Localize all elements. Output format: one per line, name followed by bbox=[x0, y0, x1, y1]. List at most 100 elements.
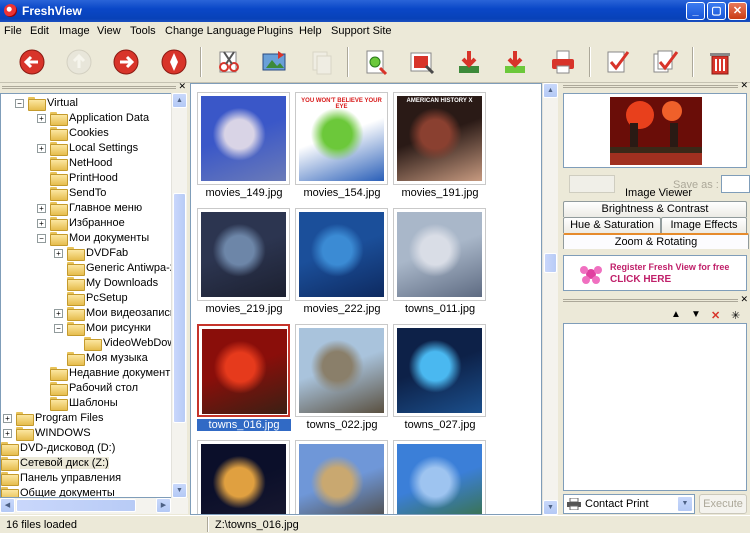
expander-icon[interactable]: + bbox=[54, 308, 63, 318]
edit-button[interactable] bbox=[360, 46, 392, 78]
scroll-thumb[interactable] bbox=[544, 253, 557, 273]
tree-item[interactable]: SendTo bbox=[37, 186, 106, 202]
image-viewer-toggle[interactable] bbox=[569, 175, 615, 193]
save-button[interactable] bbox=[499, 46, 531, 78]
tree-item[interactable]: Панель управления bbox=[1, 471, 121, 487]
menu-view[interactable]: View bbox=[97, 25, 121, 37]
tree-item[interactable]: + Program Files bbox=[3, 411, 103, 427]
tree-item[interactable]: + Избранное bbox=[37, 216, 125, 232]
thumbnail[interactable]: towns_011.jpg bbox=[393, 202, 487, 315]
maximize-button[interactable]: ▢ bbox=[707, 2, 726, 20]
plugin-select[interactable]: Contact Print ▼ bbox=[563, 494, 695, 514]
thumbnail[interactable] bbox=[295, 434, 389, 514]
delete-button[interactable] bbox=[704, 46, 736, 78]
thumbnail[interactable] bbox=[197, 434, 291, 514]
tree-item[interactable]: + Главное меню bbox=[37, 201, 142, 217]
menu-support-site[interactable]: Support Site bbox=[331, 25, 392, 37]
tree-item[interactable]: My Downloads bbox=[54, 276, 158, 292]
tree-item[interactable]: Рабочий стол bbox=[37, 381, 138, 397]
execute-button[interactable]: Execute bbox=[699, 494, 747, 514]
tree-item[interactable]: Общие документы bbox=[1, 486, 115, 497]
tree-item[interactable]: Моя музыка bbox=[54, 351, 148, 367]
scroll-down-button[interactable]: ▼ bbox=[172, 483, 187, 498]
tree-item[interactable]: Generic Antiwpa-2 bbox=[54, 261, 171, 277]
thumbnail[interactable]: towns_027.jpg bbox=[393, 318, 487, 431]
tree-item[interactable]: Шаблоны bbox=[37, 396, 118, 412]
print-button[interactable] bbox=[547, 46, 579, 78]
thumbnail[interactable]: movies_149.jpg bbox=[197, 86, 291, 199]
expander-icon[interactable]: + bbox=[37, 113, 46, 123]
tab-zoom-rotating[interactable]: Zoom & Rotating bbox=[563, 233, 749, 249]
tree-item[interactable]: − Мои рисунки bbox=[54, 321, 151, 337]
thumbnail[interactable]: AMERICAN HISTORY X movies_191.jpg bbox=[393, 86, 487, 199]
expander-icon[interactable]: + bbox=[3, 413, 12, 423]
tree-item[interactable]: PcSetup bbox=[54, 291, 128, 307]
expander-icon[interactable]: + bbox=[37, 203, 46, 213]
thumbnail[interactable]: movies_222.jpg bbox=[295, 202, 389, 315]
tree-item[interactable]: Сетевой диск (Z:) bbox=[1, 456, 109, 472]
scroll-up-button[interactable]: ▲ bbox=[543, 83, 558, 98]
expander-icon[interactable]: − bbox=[54, 323, 63, 333]
tree-item[interactable]: DVD-дисковод (D:) bbox=[1, 441, 115, 457]
tree-item[interactable]: VideoWebDow bbox=[71, 336, 171, 352]
close-button[interactable]: ✕ bbox=[728, 2, 747, 20]
expander-icon[interactable]: + bbox=[37, 218, 46, 228]
expander-icon[interactable]: + bbox=[54, 248, 63, 258]
menu-image[interactable]: Image bbox=[59, 25, 90, 37]
tree-horizontal-scrollbar[interactable]: ◀ ▶ bbox=[0, 498, 188, 514]
copy-button[interactable] bbox=[305, 46, 337, 78]
tree-item[interactable]: Cookies bbox=[37, 126, 109, 142]
tree-item[interactable]: + DVDFab bbox=[54, 246, 128, 262]
minimize-button[interactable]: _ bbox=[686, 2, 705, 20]
scroll-thumb[interactable] bbox=[16, 499, 136, 512]
grid-vertical-scrollbar[interactable]: ▲ ▼ bbox=[542, 83, 558, 515]
close-icon[interactable]: ✕ bbox=[740, 80, 748, 91]
download-button[interactable] bbox=[453, 46, 485, 78]
expander-icon[interactable]: − bbox=[15, 98, 24, 108]
slideshow-button[interactable] bbox=[258, 46, 290, 78]
tree-item[interactable]: + Application Data bbox=[37, 111, 149, 127]
scroll-up-button[interactable]: ▲ bbox=[172, 93, 187, 108]
check-all-button[interactable] bbox=[650, 46, 682, 78]
tab-brightness-contrast[interactable]: Brightness & Contrast bbox=[563, 201, 747, 217]
menu-tools[interactable]: Tools bbox=[130, 25, 156, 37]
thumbnail[interactable]: towns_022.jpg bbox=[295, 318, 389, 431]
home-button[interactable] bbox=[158, 46, 190, 78]
scroll-thumb[interactable] bbox=[173, 193, 186, 423]
close-icon[interactable]: ✕ bbox=[740, 294, 748, 305]
plugin-list[interactable] bbox=[563, 323, 747, 491]
up-button[interactable] bbox=[63, 46, 95, 78]
tree-item[interactable]: − Мои документы bbox=[37, 231, 149, 247]
thumbnail[interactable] bbox=[393, 434, 487, 514]
move-up-icon[interactable]: ▲ bbox=[671, 309, 681, 320]
tree-item[interactable]: + WINDOWS bbox=[3, 426, 91, 442]
expander-icon[interactable]: + bbox=[3, 428, 12, 438]
tree-item[interactable]: − Virtual bbox=[15, 96, 78, 112]
check-button[interactable] bbox=[602, 46, 634, 78]
cut-button[interactable] bbox=[213, 46, 245, 78]
tab-image-effects[interactable]: Image Effects bbox=[661, 217, 747, 233]
thumbnail[interactable]: towns_016.jpg bbox=[197, 318, 291, 431]
remove-icon[interactable]: ✕ bbox=[711, 309, 720, 322]
thumbnail[interactable]: movies_219.jpg bbox=[197, 202, 291, 315]
move-down-icon[interactable]: ▼ bbox=[691, 309, 701, 320]
close-icon[interactable]: ✕ bbox=[178, 81, 186, 92]
menu-edit[interactable]: Edit bbox=[30, 25, 49, 37]
tree-item[interactable]: + Мои видеозаписи bbox=[54, 306, 171, 322]
save-as-input[interactable] bbox=[721, 175, 750, 193]
tree-item[interactable]: + Local Settings bbox=[37, 141, 138, 157]
tree-item[interactable]: PrintHood bbox=[37, 171, 118, 187]
back-button[interactable] bbox=[16, 46, 48, 78]
clear-icon[interactable]: ✳ bbox=[731, 309, 740, 322]
tree-item[interactable]: Недавние документы bbox=[37, 366, 171, 382]
menu-file[interactable]: File bbox=[4, 25, 22, 37]
register-banner[interactable]: Register Fresh View for free CLICK HERE bbox=[563, 255, 747, 291]
menu-change-language[interactable]: Change Language bbox=[165, 25, 256, 37]
tab-hue-saturation[interactable]: Hue & Saturation bbox=[563, 217, 661, 233]
expander-icon[interactable]: − bbox=[37, 233, 46, 243]
thumbnail[interactable]: YOU WON'T BELIEVE YOUR EYE movies_154.jpg bbox=[295, 86, 389, 199]
chevron-down-icon[interactable]: ▼ bbox=[677, 496, 693, 512]
scroll-down-button[interactable]: ▼ bbox=[543, 500, 558, 515]
scroll-left-button[interactable]: ◀ bbox=[0, 498, 15, 513]
expander-icon[interactable]: + bbox=[37, 143, 46, 153]
